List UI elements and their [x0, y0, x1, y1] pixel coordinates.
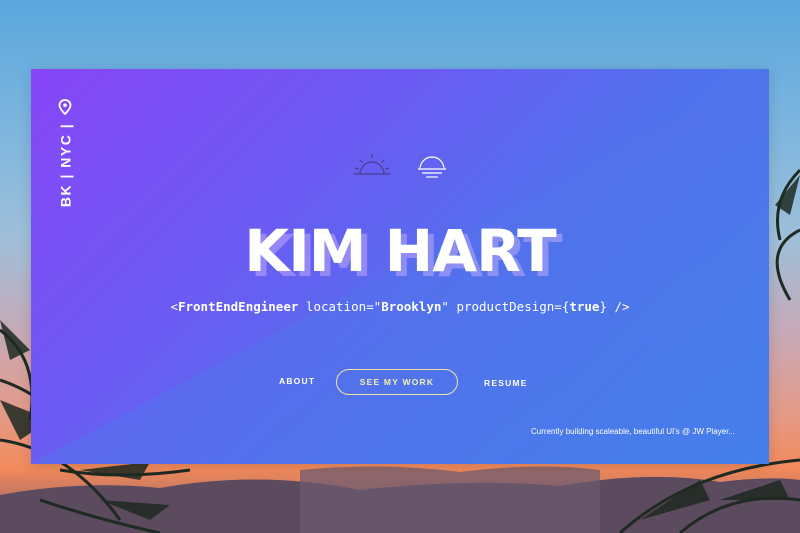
hero-name: KIM HART	[244, 217, 556, 285]
see-my-work-label: SEE MY WORK	[359, 377, 435, 387]
resume-link[interactable]: RESUME	[484, 378, 528, 388]
hero-card: BK | NYC | KIM HART <FrontEndEngineer lo…	[31, 69, 769, 464]
sunset-icon	[418, 156, 446, 178]
sun-icons	[354, 154, 446, 178]
tagline-open: <	[170, 299, 178, 314]
tagline-component: FrontEndEngineer	[177, 299, 299, 314]
tagline-attr2: " productDesign={	[441, 299, 570, 314]
sunrise-icon	[354, 154, 390, 175]
tagline-value1: Brooklyn	[381, 299, 442, 314]
tagline-value2: true	[569, 299, 600, 314]
location-text: BK | NYC |	[57, 122, 74, 208]
status-text: Currently building scaleable, beautiful …	[531, 427, 735, 436]
tagline-attr1: location="	[298, 299, 382, 314]
see-my-work-button[interactable]: SEE MY WORK	[336, 369, 458, 395]
about-link[interactable]: ABOUT	[279, 376, 315, 386]
tagline: <FrontEndEngineer location="Brooklyn" pr…	[31, 299, 769, 314]
tagline-close: } />	[599, 299, 630, 314]
